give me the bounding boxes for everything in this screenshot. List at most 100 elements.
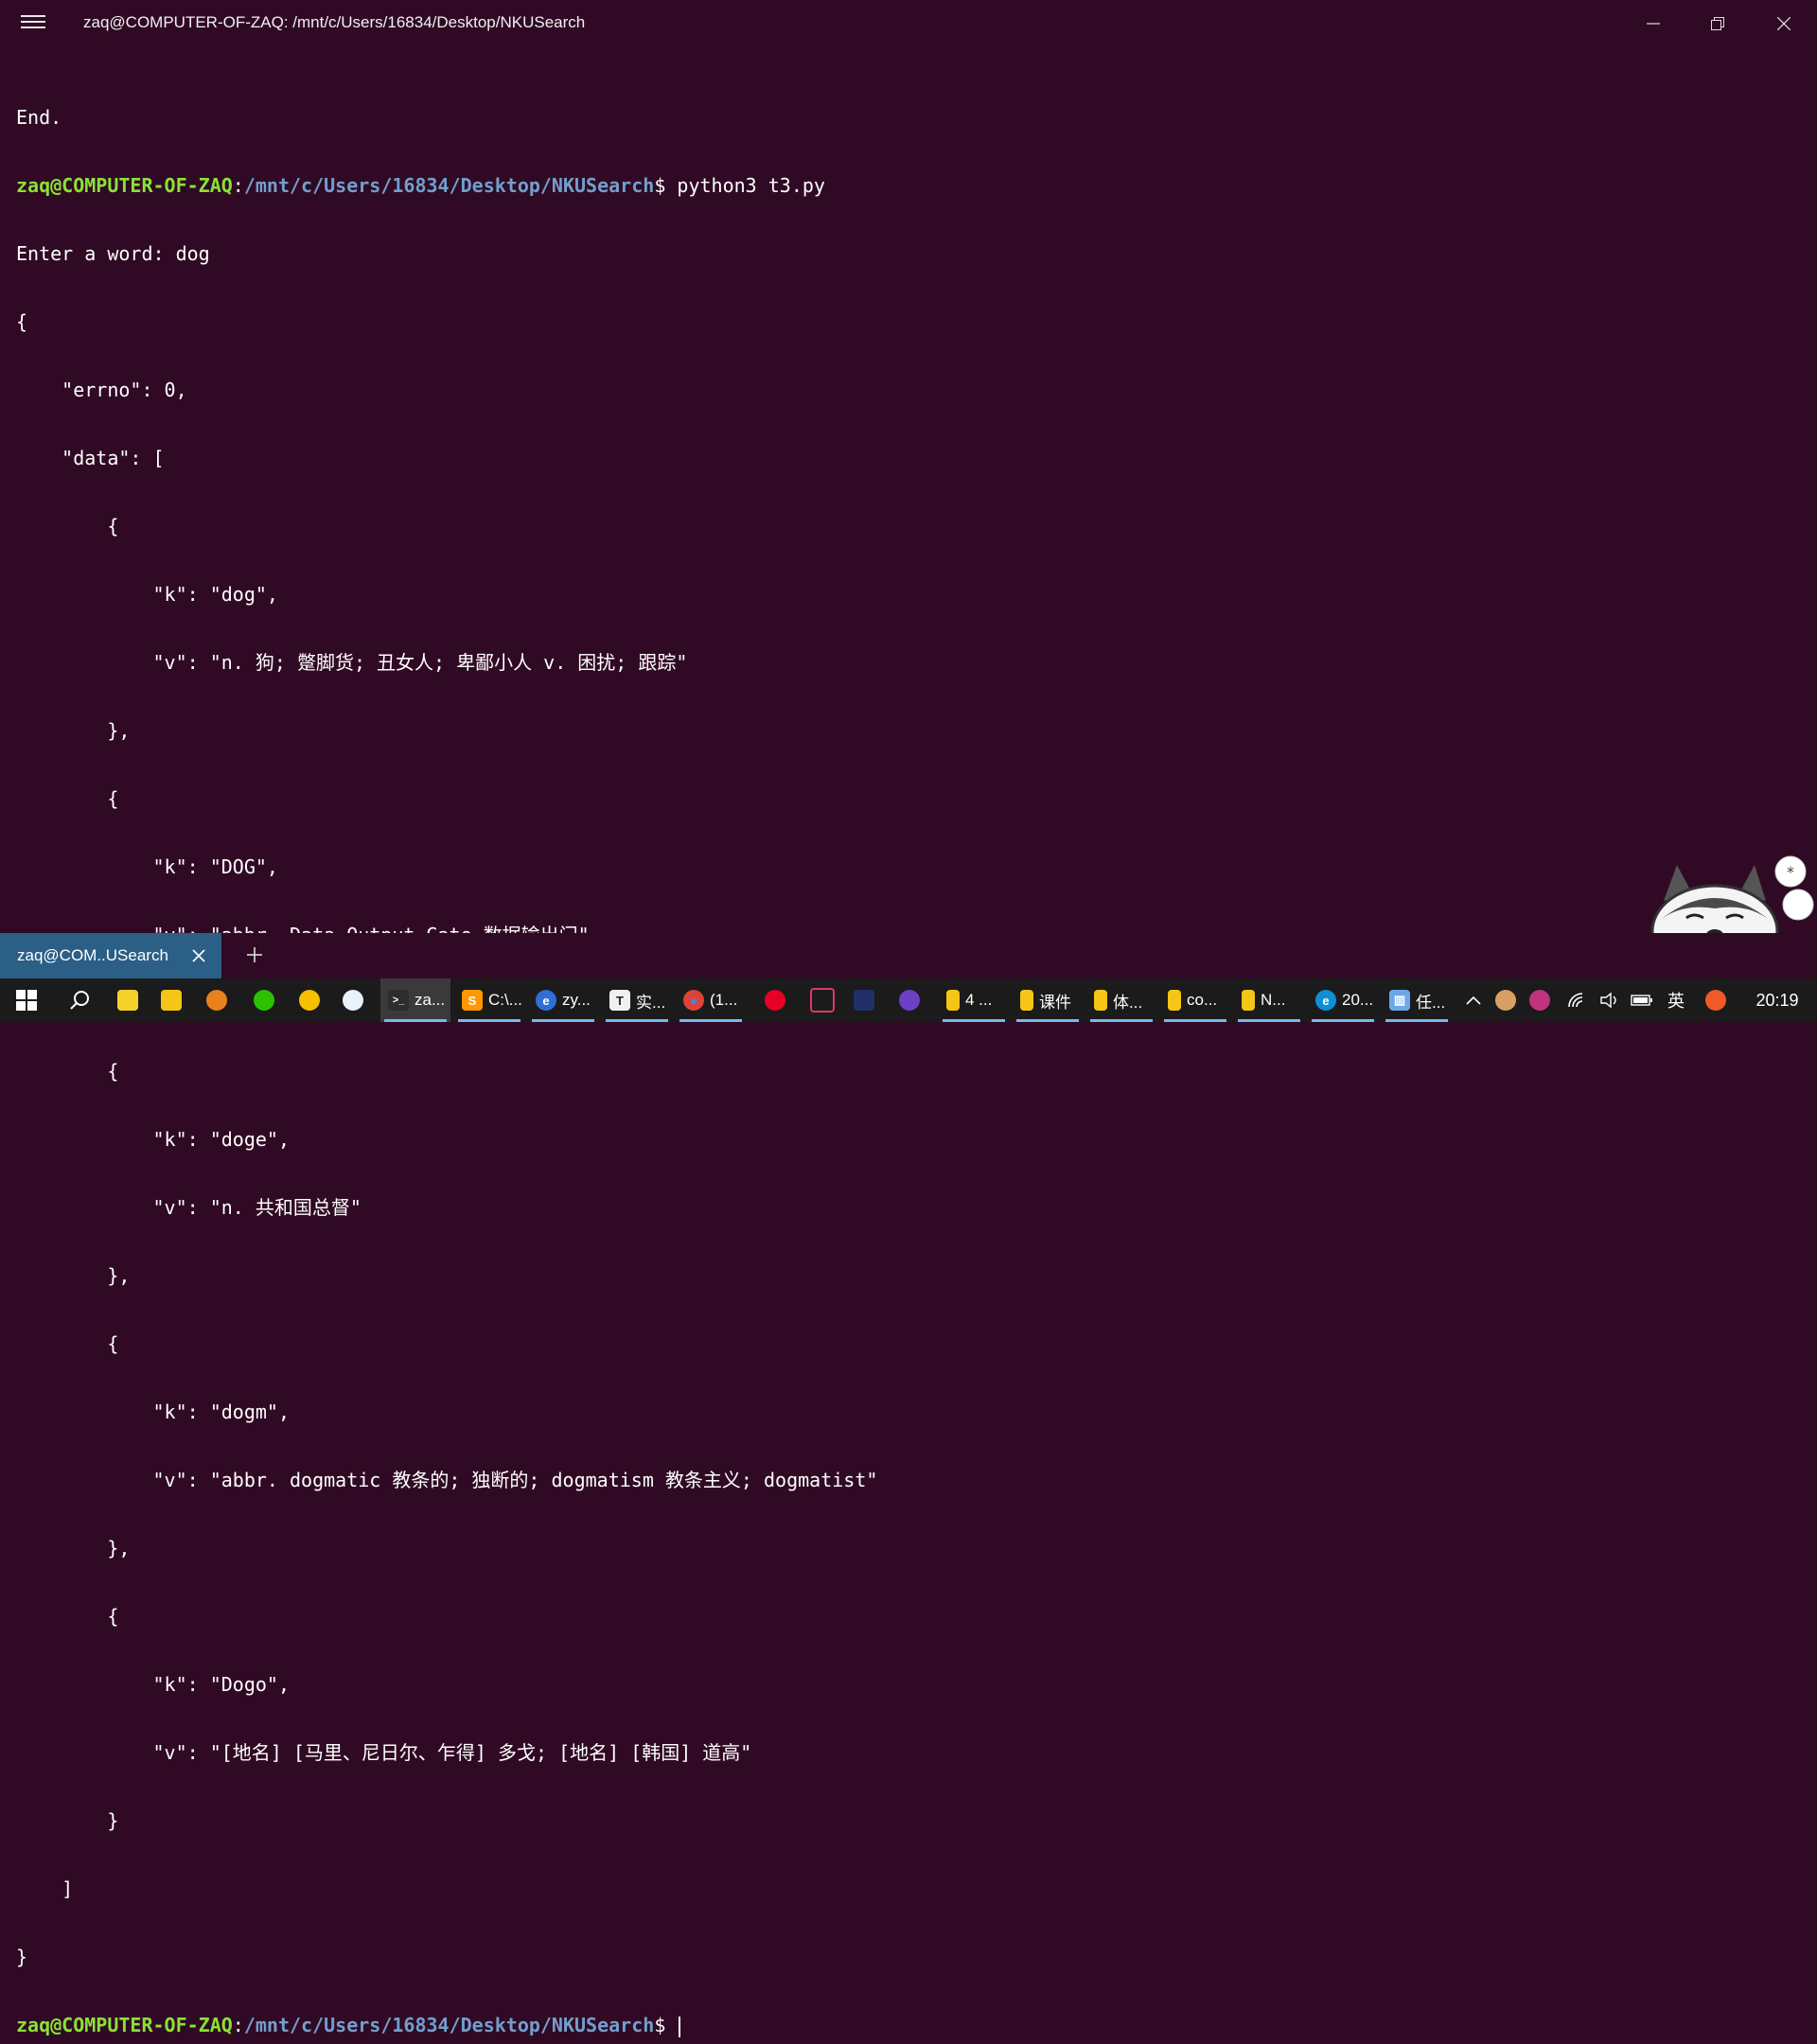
- folder-icon: [161, 990, 182, 1011]
- app-pin[interactable]: [299, 978, 326, 1022]
- taskbar-app-label: za...: [415, 991, 446, 1009]
- taskbar-app-typora[interactable]: T 实...: [602, 978, 672, 1022]
- taskbar-app-folder-4[interactable]: co...: [1160, 978, 1230, 1022]
- close-icon: [1777, 17, 1791, 30]
- menu-icon[interactable]: [21, 15, 45, 30]
- show-hidden-icons-button[interactable]: [1461, 978, 1486, 1022]
- app-pin-dark[interactable]: [854, 978, 880, 1022]
- tab-label: zaq@COM..USearch: [17, 946, 168, 964]
- taskbar: >_ za... S C:\... e zy... T 实... ● (1...…: [0, 978, 1817, 1022]
- terminal-line: "k": "DOG",: [16, 855, 278, 878]
- terminal-line: "k": "Dogo",: [16, 1673, 290, 1696]
- terminal-icon: >_: [388, 990, 409, 1011]
- taskbar-app-terminal[interactable]: >_ za...: [380, 978, 450, 1022]
- terminal-line: {: [16, 1332, 119, 1355]
- battery-button[interactable]: [1630, 978, 1654, 1022]
- chrome-icon: ●: [683, 990, 704, 1011]
- prompt-user-host: zaq@COMPUTER-OF-ZAQ: [16, 2014, 233, 2036]
- prompt-command: python3 t3.py: [677, 174, 825, 197]
- taskbar-app-label: 4 ...: [965, 991, 993, 1009]
- tab-strip: zaq@COM..USearch: [0, 933, 1817, 978]
- terminal-line: {: [16, 1060, 119, 1083]
- prompt-user-host: zaq@COMPUTER-OF-ZAQ: [16, 174, 233, 197]
- tray-app[interactable]: [1529, 978, 1554, 1022]
- chevron-up-icon: [1466, 996, 1481, 1005]
- terminal-line: "v": "n. 共和国总督": [16, 1196, 362, 1219]
- prompt-path: /mnt/c/Users/16834/Desktop/NKUSearch: [243, 174, 655, 197]
- taskbar-app-label: (1...: [710, 991, 738, 1009]
- prompt-line: zaq@COMPUTER-OF-ZAQ:/mnt/c/Users/16834/D…: [16, 174, 1795, 197]
- network-button[interactable]: [1565, 978, 1590, 1022]
- terminal-line: "k": "dog",: [16, 583, 278, 606]
- taskbar-app-folder-3[interactable]: 体...: [1086, 978, 1156, 1022]
- magnifier-icon: [206, 990, 227, 1011]
- taskbar-app-label: co...: [1187, 991, 1218, 1009]
- text-cursor: [679, 2016, 681, 2037]
- folder-icon: [1020, 990, 1033, 1011]
- app-icon: [299, 990, 320, 1011]
- everything-search-pin[interactable]: [206, 978, 233, 1022]
- terminal-line: ]: [16, 1877, 74, 1900]
- taskbar-app-label: 课件: [1039, 993, 1071, 1012]
- ime-indicator[interactable]: 英: [1664, 978, 1688, 1022]
- explorer-pin[interactable]: [161, 978, 187, 1022]
- taskbar-app-folder-5[interactable]: N...: [1234, 978, 1304, 1022]
- terminal-line: {: [16, 310, 28, 333]
- folder-icon: [1094, 990, 1107, 1011]
- terminal-line: },: [16, 1537, 131, 1559]
- prompt-colon: :: [232, 2014, 244, 2036]
- folder-icon: [946, 990, 960, 1011]
- taskbar-app-edge[interactable]: e 20...: [1308, 978, 1378, 1022]
- taskbar-app-browser[interactable]: e zy...: [528, 978, 598, 1022]
- tray-app-cat[interactable]: [1495, 978, 1520, 1022]
- terminal-line: {: [16, 1605, 119, 1628]
- clock[interactable]: 20:19: [1751, 978, 1804, 1022]
- search-button[interactable]: [61, 978, 98, 1022]
- sogou-icon: [1705, 990, 1726, 1011]
- sogou-ime-button[interactable]: [1705, 978, 1730, 1022]
- terminal-line: "v": "abbr. dogmatic 教条的; 独断的; dogmatism…: [16, 1469, 878, 1491]
- taskbar-app-label: N...: [1261, 991, 1286, 1009]
- minimize-button[interactable]: [1624, 0, 1683, 47]
- terminal-line: "errno": 0,: [16, 379, 187, 401]
- baidu-netdisk-pin[interactable]: [343, 978, 369, 1022]
- wifi-icon: [1568, 993, 1583, 1008]
- taskbar-app-sublime[interactable]: S C:\...: [454, 978, 524, 1022]
- terminal-tab[interactable]: zaq@COM..USearch: [0, 933, 221, 978]
- taskbar-app-chrome[interactable]: ● (1...: [676, 978, 746, 1022]
- folder-icon: [1168, 990, 1181, 1011]
- taskbar-app-folder-2[interactable]: 课件: [1013, 978, 1083, 1022]
- restore-icon: [1711, 17, 1724, 30]
- search-icon: [70, 991, 89, 1010]
- terminal-line: "v": "[地名] [马里、尼日尔、乍得] 多戈; [地名] [韩国] 道高": [16, 1741, 752, 1764]
- terminal-line: },: [16, 1264, 131, 1287]
- wechat-icon: [254, 990, 274, 1011]
- wechat-pin[interactable]: [254, 978, 280, 1022]
- netease-music-pin[interactable]: [765, 978, 791, 1022]
- start-button[interactable]: [8, 978, 45, 1022]
- terminal-line: End.: [16, 106, 62, 129]
- taskbar-app-label: 实...: [636, 993, 666, 1012]
- sticky-notes-pin[interactable]: [117, 978, 144, 1022]
- github-desktop-pin[interactable]: [899, 978, 926, 1022]
- terminal-line: {: [16, 515, 119, 537]
- volume-button[interactable]: [1597, 978, 1622, 1022]
- terminal-line: Enter a word: dog: [16, 242, 210, 265]
- battery-icon: [1631, 995, 1652, 1006]
- taskbar-app-folder-1[interactable]: 4 ...: [939, 978, 1009, 1022]
- restore-button[interactable]: [1688, 0, 1747, 47]
- terminal-line: "k": "dogm",: [16, 1401, 290, 1423]
- tab-close-icon[interactable]: [189, 946, 208, 965]
- taskbar-app-task-manager[interactable]: ▥ 任...: [1382, 978, 1452, 1022]
- prompt-line: zaq@COMPUTER-OF-ZAQ:/mnt/c/Users/16834/D…: [16, 2014, 1795, 2037]
- terminal-line: "v": "n. 狗; 蹩脚货; 丑女人; 卑鄙小人 v. 困扰; 跟踪": [16, 651, 688, 674]
- taskbar-app-label: 20...: [1342, 991, 1374, 1009]
- new-tab-button[interactable]: [240, 941, 269, 969]
- close-button[interactable]: [1755, 0, 1813, 47]
- folder-icon: [1242, 990, 1255, 1011]
- terminal-output[interactable]: End. zaq@COMPUTER-OF-ZAQ:/mnt/c/Users/16…: [16, 61, 1795, 2037]
- edge-icon: e: [1315, 990, 1336, 1011]
- jetbrains-pin[interactable]: [810, 978, 837, 1022]
- terminal-line: },: [16, 719, 131, 742]
- svg-text:*: *: [1787, 863, 1794, 881]
